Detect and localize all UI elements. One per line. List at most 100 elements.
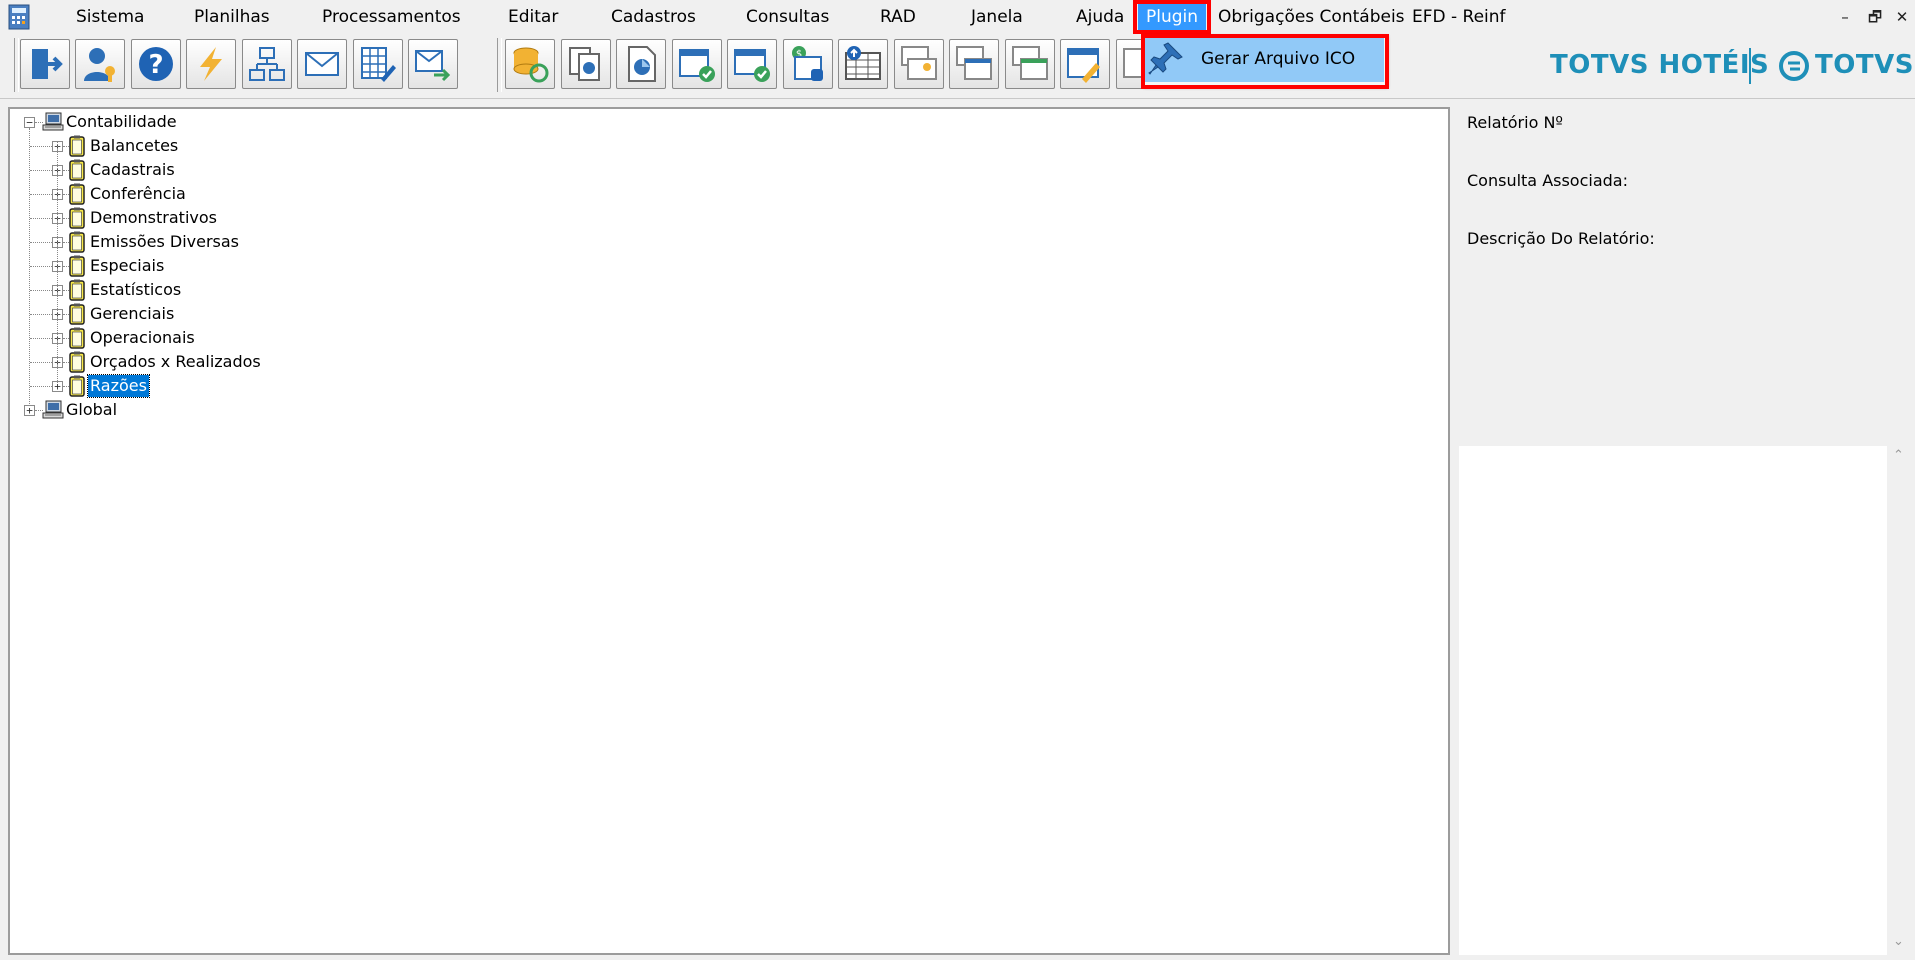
tree-node-or-ados-x-realizados[interactable]: Orçados x Realizados bbox=[10, 351, 1410, 373]
tree-node-raz-es[interactable]: Razões bbox=[10, 374, 1410, 398]
exit-icon bbox=[32, 49, 63, 79]
tree-node-label[interactable]: Cadastrais bbox=[88, 159, 177, 181]
tree-connector-line bbox=[30, 146, 52, 147]
window-tile-button[interactable] bbox=[1005, 39, 1055, 89]
tree-node-label[interactable]: Razões bbox=[87, 374, 150, 398]
mail-icon bbox=[305, 52, 339, 76]
exit-button[interactable] bbox=[20, 39, 70, 89]
window-settings-button[interactable] bbox=[894, 39, 944, 89]
menu-editar[interactable]: Editar bbox=[504, 4, 562, 30]
tree-node-especiais[interactable]: Especiais bbox=[10, 255, 1410, 277]
tree-node-confer-ncia[interactable]: Conferência bbox=[10, 183, 1410, 205]
menu-rad[interactable]: RAD bbox=[876, 4, 920, 30]
computer-icon bbox=[42, 399, 64, 421]
tree-connector-line bbox=[35, 410, 43, 411]
menu-efd-reinf[interactable]: EFD - Reinf bbox=[1408, 4, 1510, 30]
totvs-logo: TOTVS bbox=[1815, 50, 1914, 80]
tree-connector-line bbox=[63, 314, 69, 315]
tree-node-label[interactable]: Contabilidade bbox=[64, 111, 179, 133]
scroll-up-icon[interactable]: ⌃ bbox=[1893, 448, 1904, 463]
copy-documents-button[interactable] bbox=[561, 39, 611, 89]
menu-cadastros[interactable]: Cadastros bbox=[607, 4, 700, 30]
mail-button[interactable] bbox=[297, 39, 347, 89]
spreadsheet-edit-button[interactable] bbox=[353, 39, 403, 89]
tree-node-operacionais[interactable]: Operacionais bbox=[10, 327, 1410, 349]
menu-consultas[interactable]: Consultas bbox=[742, 4, 833, 30]
table-upload-button[interactable] bbox=[838, 39, 888, 89]
tree-node-label[interactable]: Gerenciais bbox=[88, 303, 176, 325]
tree-node-label[interactable]: Orçados x Realizados bbox=[88, 351, 263, 373]
description-scrollbar[interactable]: ⌃ ⌄ bbox=[1887, 446, 1911, 955]
expand-icon[interactable]: + bbox=[24, 405, 35, 416]
tree-connector-line bbox=[63, 218, 69, 219]
report-info-panel: Relatório Nº Consulta Associada: Descriç… bbox=[1457, 107, 1912, 445]
tree-node-label[interactable]: Operacionais bbox=[88, 327, 197, 349]
help-icon: ? bbox=[139, 47, 173, 81]
table-upload-icon bbox=[845, 46, 881, 80]
scroll-down-icon[interactable]: ⌄ bbox=[1893, 934, 1904, 949]
lightning-icon bbox=[200, 47, 222, 81]
tree-node-label[interactable]: Emissões Diversas bbox=[88, 231, 241, 253]
tree-node-demonstrativos[interactable]: Demonstrativos bbox=[10, 207, 1410, 229]
mail-send-icon bbox=[415, 50, 451, 82]
report-number-label: Relatório Nº bbox=[1467, 113, 1563, 132]
tree-node-balancetes[interactable]: Balancetes bbox=[10, 135, 1410, 157]
tree-connector-line bbox=[30, 338, 52, 339]
tree-node-label[interactable]: Conferência bbox=[88, 183, 188, 205]
lightning-button[interactable] bbox=[186, 39, 236, 89]
tree-node-gerenciais[interactable]: Gerenciais bbox=[10, 303, 1410, 325]
report-description-label: Descrição Do Relatório: bbox=[1467, 229, 1655, 248]
close-button[interactable]: ✕ bbox=[1890, 6, 1914, 30]
menu-planilhas[interactable]: Planilhas bbox=[190, 4, 274, 30]
chart-document-button[interactable] bbox=[616, 39, 666, 89]
tree-node-label[interactable]: Estatísticos bbox=[88, 279, 183, 301]
app-calculator-icon[interactable] bbox=[6, 4, 32, 30]
report-description-area[interactable] bbox=[1459, 446, 1887, 955]
status-strip bbox=[0, 955, 1915, 960]
svg-text:?: ? bbox=[148, 50, 163, 80]
clipboard-icon bbox=[66, 135, 88, 157]
tree-node-label[interactable]: Demonstrativos bbox=[88, 207, 219, 229]
menu-sistema[interactable]: Sistema bbox=[72, 4, 148, 30]
menu-obrigacoes-contabeis[interactable]: Obrigações Contábeis bbox=[1214, 4, 1409, 30]
toolbar-grip[interactable] bbox=[14, 38, 19, 92]
tree-connector-line bbox=[35, 122, 43, 123]
window-edit-button[interactable] bbox=[1060, 39, 1110, 89]
window-settings-icon bbox=[901, 46, 937, 80]
menu-janela[interactable]: Janela bbox=[967, 4, 1027, 30]
tree-connector-line bbox=[30, 362, 52, 363]
window-cascade-button[interactable] bbox=[949, 39, 999, 89]
totvs-logo-icon bbox=[1779, 51, 1809, 81]
tree-connector-line bbox=[63, 146, 69, 147]
tree-node-global[interactable]: Global bbox=[10, 399, 1410, 421]
tree-connector-line bbox=[30, 194, 52, 195]
menu-processamentos[interactable]: Processamentos bbox=[318, 4, 465, 30]
restore-button[interactable]: 🗗 bbox=[1863, 6, 1887, 30]
tree-connector-line bbox=[63, 386, 69, 387]
tree-node-label[interactable]: Global bbox=[64, 399, 119, 421]
menu-ajuda[interactable]: Ajuda bbox=[1072, 4, 1128, 30]
collapse-icon[interactable]: − bbox=[24, 117, 35, 128]
tree-node-estat-sticos[interactable]: Estatísticos bbox=[10, 279, 1410, 301]
tree-connector-line bbox=[63, 266, 69, 267]
calendar-check-2-button[interactable] bbox=[727, 39, 777, 89]
tree-connector-line bbox=[30, 266, 52, 267]
help-button[interactable]: ? bbox=[131, 39, 181, 89]
toolbar: ? $ TOTVS HOTÉIS TOTVS bbox=[0, 34, 1915, 99]
tree-node-label[interactable]: Balancetes bbox=[88, 135, 180, 157]
mail-send-button[interactable] bbox=[408, 39, 458, 89]
user-key-button[interactable] bbox=[75, 39, 125, 89]
tree-node-emiss-es-diversas[interactable]: Emissões Diversas bbox=[10, 231, 1410, 253]
tree-node-contabilidade[interactable]: Contabilidade bbox=[10, 111, 1410, 133]
minimize-button[interactable]: – bbox=[1833, 6, 1857, 30]
tree-node-label[interactable]: Especiais bbox=[88, 255, 166, 277]
tree-connector-line bbox=[30, 170, 52, 171]
toolbar-grip-2[interactable] bbox=[497, 38, 502, 92]
calendar-check-button[interactable] bbox=[672, 39, 722, 89]
plugin-menu-highlight bbox=[1133, 0, 1211, 34]
tree-connector-line bbox=[63, 338, 69, 339]
tree-node-cadastrais[interactable]: Cadastrais bbox=[10, 159, 1410, 181]
money-calendar-button[interactable]: $ bbox=[783, 39, 833, 89]
network-button[interactable] bbox=[242, 39, 292, 89]
coins-refresh-button[interactable] bbox=[505, 39, 555, 89]
